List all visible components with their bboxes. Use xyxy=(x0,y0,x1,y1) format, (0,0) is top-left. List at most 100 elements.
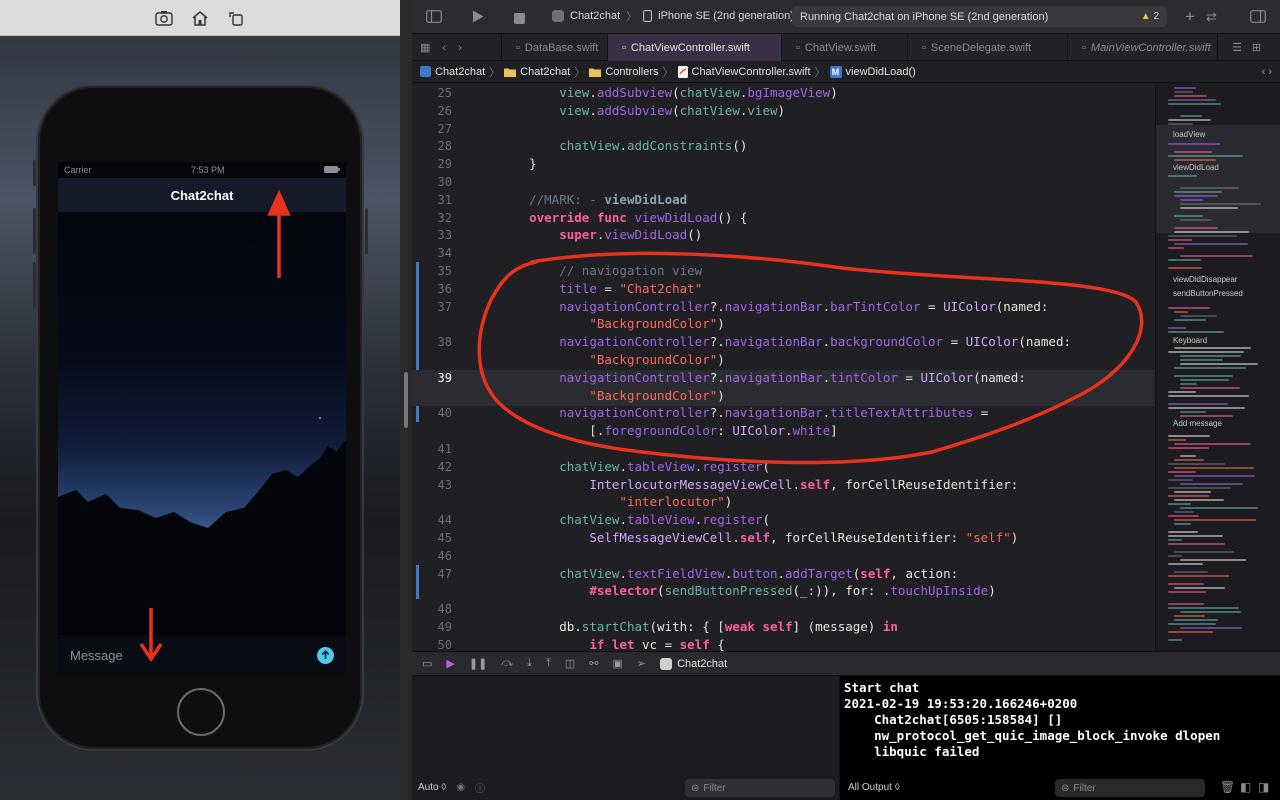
sidebar-toggle-icon[interactable] xyxy=(426,10,442,28)
line-number[interactable]: 44 xyxy=(412,513,452,527)
rotate-icon[interactable] xyxy=(227,9,245,27)
code-line[interactable]: 31 //MARK: - viewDidLoad xyxy=(412,192,1155,210)
minimap-label[interactable]: Keyboard xyxy=(1173,336,1207,345)
code-line[interactable]: 29 } xyxy=(412,156,1155,174)
info-icon[interactable]: ⓘ xyxy=(475,780,485,795)
add-editor-icon[interactable]: ⊞ xyxy=(1252,41,1261,54)
breadcrumb-folder[interactable]: Chat2chat xyxy=(504,66,570,78)
editor-options-icon[interactable]: ☰ xyxy=(1232,41,1242,54)
step-out-icon[interactable]: ⤒ xyxy=(546,657,551,670)
line-number[interactable]: 29 xyxy=(412,157,452,171)
code-line[interactable]: 45 SelfMessageViewCell.self, forCellReus… xyxy=(412,530,1155,548)
line-number[interactable]: 37 xyxy=(412,300,452,314)
line-number[interactable]: 38 xyxy=(412,335,452,349)
code-line[interactable]: 40 navigationController?.navigationBar.t… xyxy=(412,405,1155,423)
code-line[interactable]: 48 xyxy=(412,601,1155,619)
code-line[interactable]: 28 chatView.addConstraints() xyxy=(412,138,1155,156)
code-line[interactable]: "BackgroundColor") xyxy=(412,316,1155,334)
code-line[interactable]: 42 chatView.tableView.register( xyxy=(412,459,1155,477)
line-number[interactable]: 41 xyxy=(412,442,452,456)
line-number[interactable]: 48 xyxy=(412,602,452,616)
line-number[interactable]: 39 xyxy=(412,371,452,385)
code-line[interactable]: 25 view.addSubview(chatView.bgImageView) xyxy=(412,85,1155,103)
code-line[interactable]: 44 chatView.tableView.register( xyxy=(412,512,1155,530)
console-filter-field[interactable]: ⊜ Filter xyxy=(1055,779,1205,797)
split-left-icon[interactable]: ◧ xyxy=(1240,780,1251,794)
add-icon[interactable]: + xyxy=(1185,7,1195,27)
code-line[interactable]: 35 // naviogation view xyxy=(412,263,1155,281)
line-number[interactable]: 30 xyxy=(412,175,452,189)
line-number[interactable]: 33 xyxy=(412,228,452,242)
code-line[interactable]: 37 navigationController?.navigationBar.b… xyxy=(412,299,1155,317)
home-icon[interactable] xyxy=(191,9,209,27)
line-number[interactable]: 46 xyxy=(412,549,452,563)
line-number[interactable]: 27 xyxy=(412,122,452,136)
minimap-label[interactable]: viewDidDisappear xyxy=(1173,275,1237,284)
code-line[interactable]: [.foregroundColor: UIColor.white] xyxy=(412,423,1155,441)
breadcrumb-project[interactable]: Chat2chat xyxy=(420,66,485,78)
console-scope-select[interactable]: All Output ◊ xyxy=(848,777,900,797)
code-line[interactable]: 26 view.addSubview(chatView.view) xyxy=(412,103,1155,121)
memory-graph-icon[interactable]: ⚯ xyxy=(589,657,598,670)
step-into-icon[interactable]: ⤓ xyxy=(527,657,532,670)
message-input[interactable]: Message xyxy=(70,648,123,663)
minimap[interactable]: loadView viewDidLoad viewDidDisappear sendB… xyxy=(1155,83,1280,651)
code-line[interactable]: 41 xyxy=(412,441,1155,459)
code-line[interactable]: 49 db.startChat(with: { [weak self] (mes… xyxy=(412,619,1155,637)
breadcrumb-method[interactable]: MviewDidLoad() xyxy=(829,65,916,78)
location-icon[interactable]: ➢ xyxy=(637,657,646,670)
code-line[interactable]: "BackgroundColor") xyxy=(412,387,1155,406)
line-number[interactable]: 47 xyxy=(412,567,452,581)
code-line[interactable]: 47 chatView.textFieldView.button.addTarg… xyxy=(412,566,1155,584)
tab-scenedelegate-swift[interactable]: ▫ SceneDelegate.swift xyxy=(908,34,1068,61)
breakpoints-icon[interactable]: ▶ xyxy=(446,657,454,670)
tab-chatviewcontroller-swift[interactable]: ▫ ChatViewController.swift xyxy=(608,34,782,61)
code-line[interactable]: 36 title = "Chat2chat" xyxy=(412,281,1155,299)
line-number[interactable]: 50 xyxy=(412,638,452,651)
split-divider[interactable] xyxy=(400,0,412,800)
swap-arrows-icon[interactable]: ⇄ xyxy=(1206,9,1217,25)
tab-mainviewcontroller-swift[interactable]: ▫ MainViewController.swift xyxy=(1068,34,1218,61)
variables-filter-field[interactable]: ⊜ Filter xyxy=(685,779,835,797)
variables-scope-select[interactable]: Auto ◊ xyxy=(418,782,446,793)
inspector-toggle-icon[interactable] xyxy=(1250,10,1266,28)
run-icon[interactable] xyxy=(472,10,484,28)
code-line[interactable]: 50 if let vc = self { xyxy=(412,637,1155,651)
line-number[interactable]: 43 xyxy=(412,478,452,492)
screenshot-icon[interactable] xyxy=(155,9,173,27)
code-line[interactable]: 27 xyxy=(412,121,1155,139)
line-number[interactable]: 31 xyxy=(412,193,452,207)
line-number[interactable]: 40 xyxy=(412,406,452,420)
warning-badge[interactable]: ▲ 2 xyxy=(1141,11,1159,22)
code-line[interactable]: 34 xyxy=(412,245,1155,263)
trash-icon[interactable]: 🗑 xyxy=(1220,780,1235,794)
minimap-label[interactable]: viewDidLoad xyxy=(1173,163,1219,172)
code-line[interactable]: 33 super.viewDidLoad() xyxy=(412,227,1155,245)
tab-database-swift[interactable]: ▫ DataBase.swift xyxy=(502,34,608,61)
code-line[interactable]: "BackgroundColor") xyxy=(412,352,1155,370)
line-number[interactable]: 34 xyxy=(412,246,452,260)
environment-overrides-icon[interactable]: ▣ xyxy=(612,657,622,670)
eye-icon[interactable]: ◉ xyxy=(456,782,465,793)
home-button[interactable] xyxy=(177,688,225,736)
forward-arrow-icon[interactable]: › xyxy=(458,42,462,54)
code-line[interactable]: 30 xyxy=(412,174,1155,192)
code-line[interactable]: 46 xyxy=(412,548,1155,566)
grid-icon[interactable]: ▦ xyxy=(420,41,430,54)
code-line[interactable]: "interlocutor") xyxy=(412,494,1155,512)
tab-chatview-swift[interactable]: ▫ ChatView.swift xyxy=(782,34,908,61)
scheme-selector[interactable]: Chat2chat 〉 iPhone SE (2nd generation) xyxy=(552,8,794,24)
pause-icon[interactable]: ❚❚ xyxy=(469,657,487,670)
view-hierarchy-icon[interactable]: ◫ xyxy=(565,657,575,670)
line-number[interactable]: 49 xyxy=(412,620,452,634)
line-number[interactable]: 36 xyxy=(412,282,452,296)
minimap-label[interactable]: sendButtonPressed xyxy=(1173,289,1243,298)
minimap-label[interactable]: loadView xyxy=(1173,130,1205,139)
debug-target[interactable]: Chat2chat xyxy=(660,657,727,670)
line-number[interactable]: 35 xyxy=(412,264,452,278)
code-line[interactable]: 39 navigationController?.navigationBar.t… xyxy=(412,369,1155,388)
breadcrumb-file[interactable]: ChatViewController.swift xyxy=(677,65,811,78)
step-over-icon[interactable]: ⤼ xyxy=(501,657,513,670)
code-line[interactable]: 32 override func viewDidLoad() { xyxy=(412,210,1155,228)
line-number[interactable]: 28 xyxy=(412,139,452,153)
